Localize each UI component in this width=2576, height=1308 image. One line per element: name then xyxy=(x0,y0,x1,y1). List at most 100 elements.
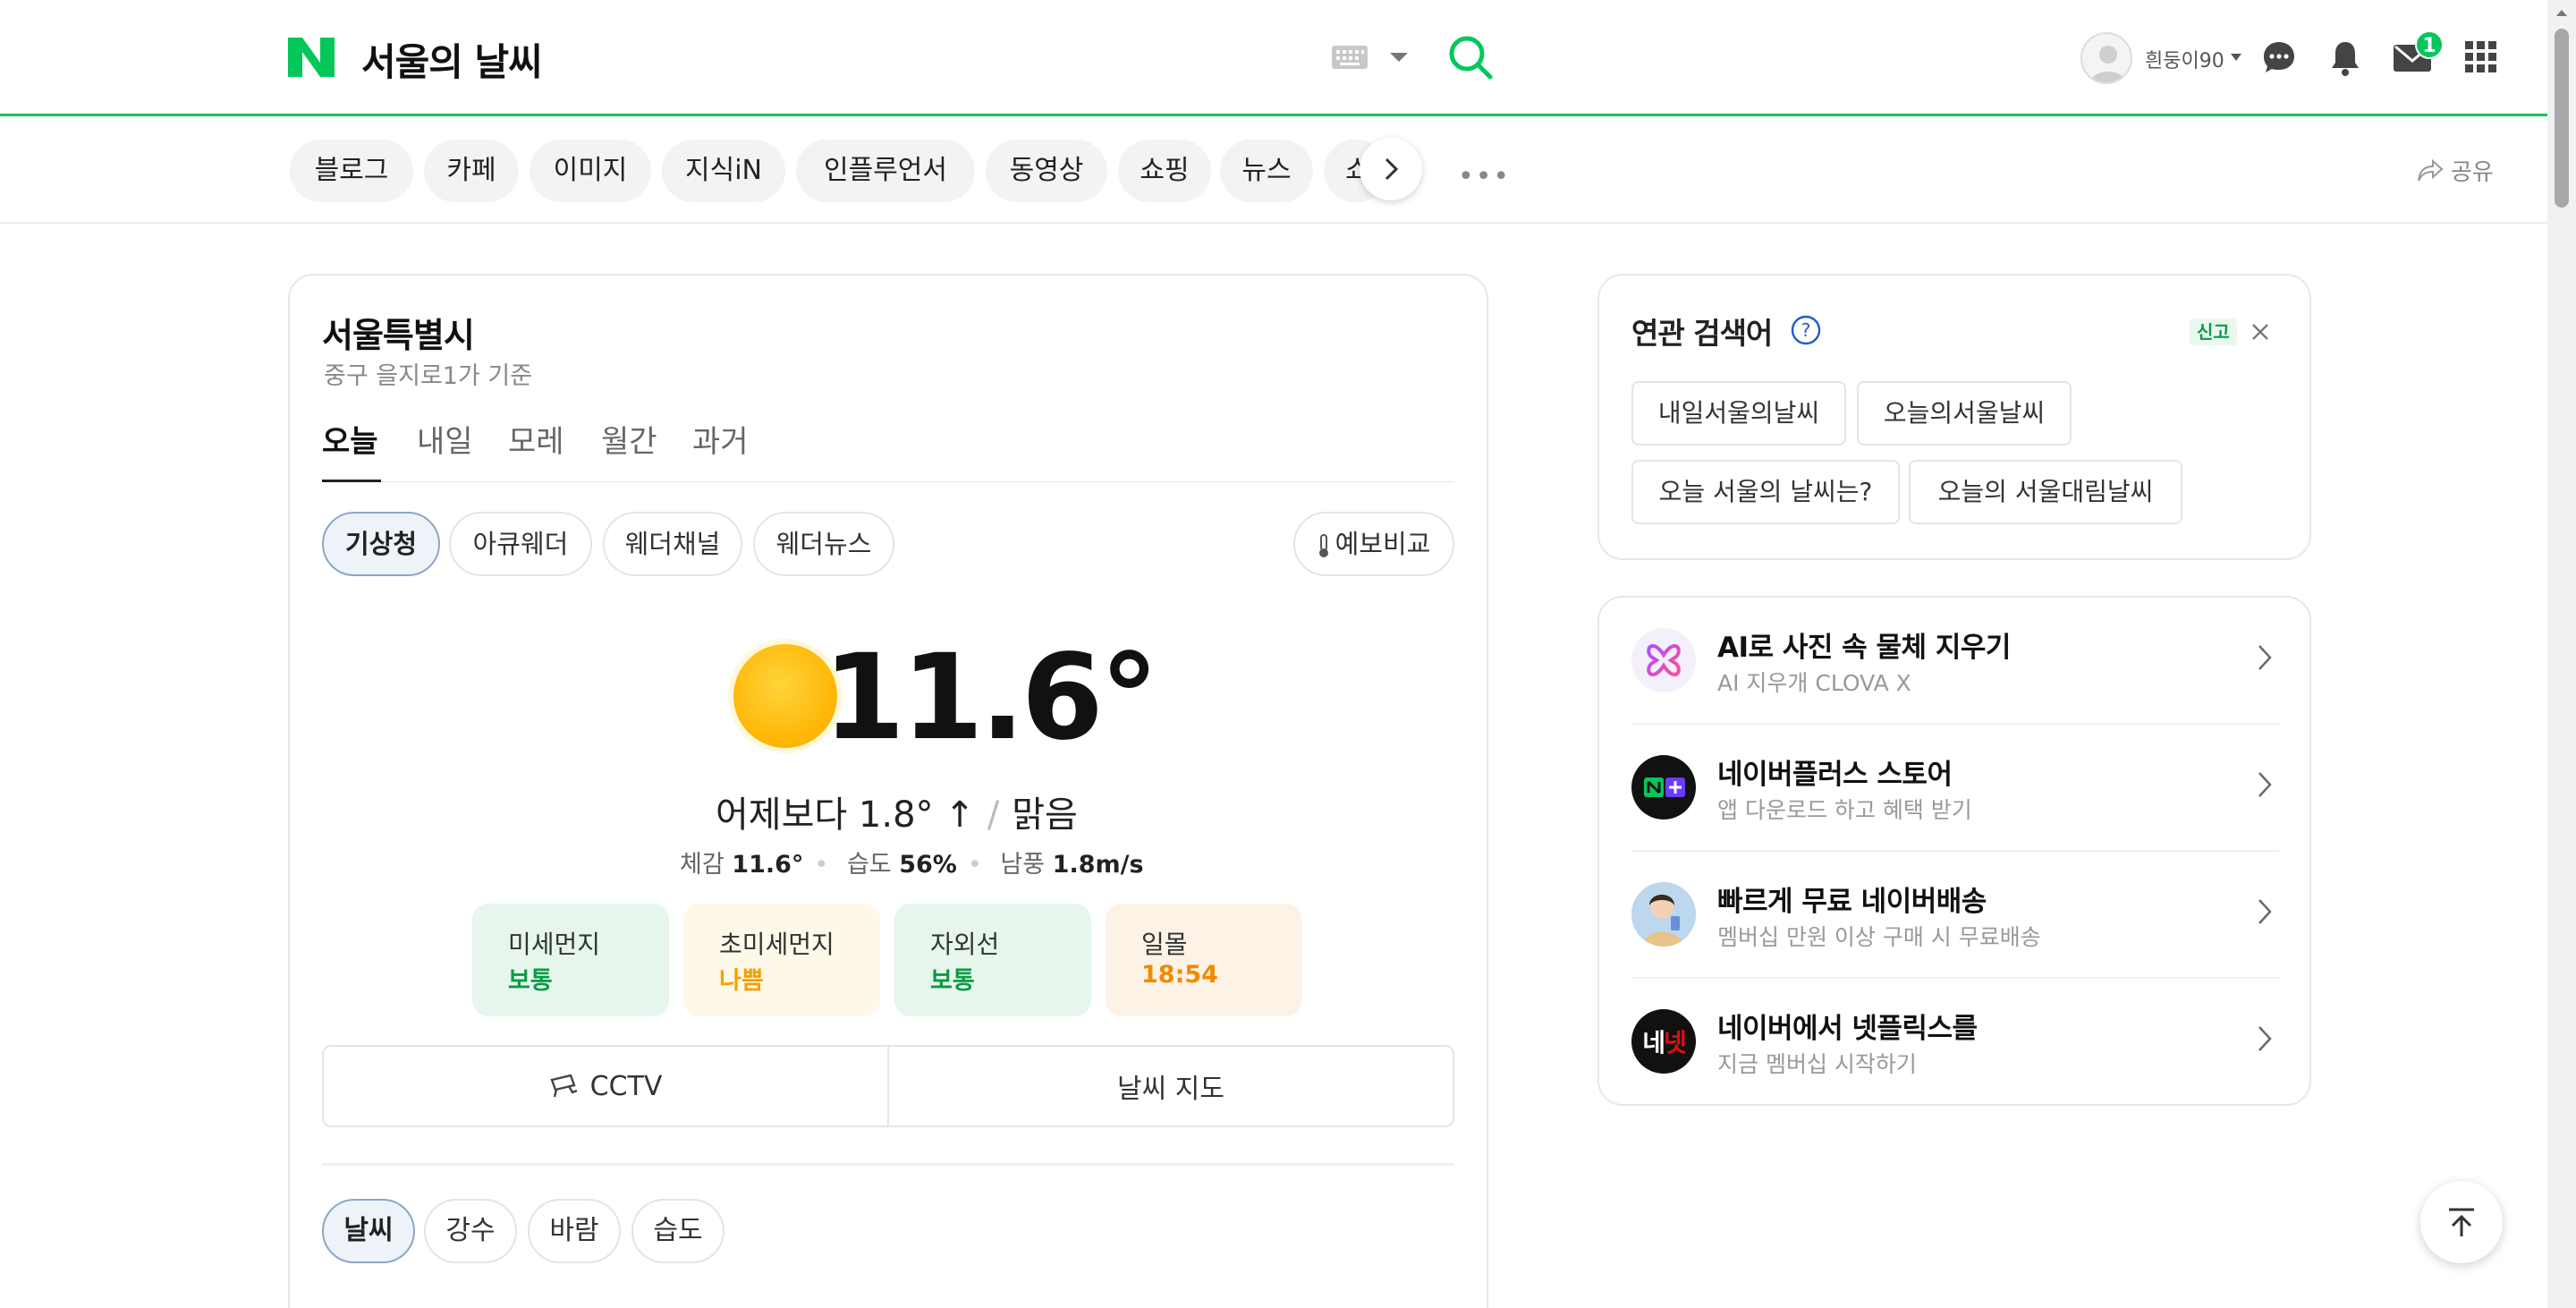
tab-day-after[interactable]: 모레 xyxy=(508,417,564,461)
related-searches-title: 연관 검색어 xyxy=(1631,316,1773,351)
search-tabs-bar: 블로그 카페 이미지 지식iN 인플루언서 동영상 쇼핑 뉴스 쇼 xyxy=(0,116,2547,224)
more-tabs-button[interactable]: ••• xyxy=(1458,161,1511,192)
temperature-summary: 어제보다 1.8° ↑ / 맑음 xyxy=(716,794,1078,836)
tab-news[interactable]: 뉴스 xyxy=(1220,140,1313,202)
tab-monthly[interactable]: 월간 xyxy=(601,417,657,461)
promo-item-clova[interactable]: AI로 사진 속 물체 지우기 AI 지우개 CLOVA X xyxy=(1631,596,2279,723)
top-header: 서울의 날씨 흰둥이90 1 xyxy=(0,0,2547,116)
promo-title: 빠르게 무료 네이버배송 xyxy=(1717,886,1987,918)
air-card-label: 미세먼지 xyxy=(508,930,601,959)
weather-map-label: 날씨 지도 xyxy=(1117,1074,1224,1105)
avatar[interactable] xyxy=(2080,32,2132,84)
source-accuweather[interactable]: 아큐웨더 xyxy=(449,512,592,576)
wind-value: 1.8m/s xyxy=(1052,851,1144,879)
scrollbar-thumb[interactable] xyxy=(2555,29,2569,208)
share-button[interactable]: 공유 xyxy=(2417,154,2494,187)
person-thumbnail xyxy=(1631,882,1696,947)
naver-logo[interactable] xyxy=(288,38,335,77)
weather-action-buttons: CCTV 날씨 지도 xyxy=(322,1045,1454,1127)
scroll-up-arrow-icon[interactable] xyxy=(2555,7,2569,18)
tab-video[interactable]: 동영상 xyxy=(986,140,1107,202)
netflix-naver-icon: 네넷 xyxy=(1631,1009,1696,1074)
bell-icon[interactable] xyxy=(2327,39,2363,77)
tab-cafe[interactable]: 카페 xyxy=(424,140,519,202)
metric-tab-humidity[interactable]: 습도 xyxy=(631,1199,724,1263)
clova-x-icon xyxy=(1631,628,1696,692)
tab-blog[interactable]: 블로그 xyxy=(290,140,413,202)
air-card-value: 18:54 xyxy=(1141,961,1218,989)
promo-item-delivery[interactable]: 빠르게 무료 네이버배송 멤버십 만원 이상 구매 시 무료배송 xyxy=(1631,850,2279,977)
tabs-next-button[interactable] xyxy=(1360,138,1422,200)
close-icon[interactable] xyxy=(2249,320,2272,344)
active-tab-indicator xyxy=(322,480,381,482)
back-to-top-button[interactable] xyxy=(2420,1181,2503,1263)
related-keyword[interactable]: 오늘의 서울대림날씨 xyxy=(1909,460,2182,524)
metric-tab-precipitation[interactable]: 강수 xyxy=(424,1199,517,1263)
promo-item-naver-plus[interactable]: 네이버플러스 스토어 앱 다운로드 하고 혜택 받기 xyxy=(1631,723,2279,850)
search-icon[interactable] xyxy=(1447,34,1494,81)
apps-grid-icon[interactable] xyxy=(2465,41,2497,73)
cctv-button[interactable]: CCTV xyxy=(324,1047,887,1125)
tab-kin[interactable]: 지식iN xyxy=(662,140,785,202)
location-subtitle: 중구 을지로1가 기준 xyxy=(324,362,533,390)
air-card-sunset[interactable]: 일몰 18:54 xyxy=(1106,904,1302,1016)
user-icon xyxy=(2090,46,2126,82)
source-kma[interactable]: 기상청 xyxy=(322,512,440,576)
promo-subtitle: 앱 다운로드 하고 혜택 받기 xyxy=(1717,797,1972,823)
username[interactable]: 흰둥이90 xyxy=(2145,45,2224,73)
tab-tomorrow[interactable]: 내일 xyxy=(417,417,473,461)
forecast-compare-button[interactable]: 예보비교 xyxy=(1293,512,1454,576)
thermometer-icon xyxy=(1318,534,1328,557)
naver-plus-icon xyxy=(1631,755,1696,820)
metric-tab-wind[interactable]: 바람 xyxy=(528,1199,621,1263)
location-title[interactable]: 서울특별시 xyxy=(322,308,475,357)
related-keyword[interactable]: 내일서울의날씨 xyxy=(1631,381,1846,446)
caret-down-icon[interactable] xyxy=(2231,54,2241,61)
help-icon[interactable]: ? xyxy=(1791,315,1821,345)
weather-map-button[interactable]: 날씨 지도 xyxy=(887,1047,1453,1125)
tab-past[interactable]: 과거 xyxy=(692,417,749,461)
svg-text:?: ? xyxy=(1801,319,1811,341)
chevron-down-icon[interactable] xyxy=(1388,50,1410,64)
tab-influencer[interactable]: 인플루언서 xyxy=(796,140,975,202)
promo-subtitle: AI 지우개 CLOVA X xyxy=(1717,670,1911,696)
page-title[interactable]: 서울의 날씨 xyxy=(361,32,543,87)
air-card-value: 보통 xyxy=(930,967,975,995)
keyboard-icon[interactable] xyxy=(1331,45,1368,70)
source-weatherchannel[interactable]: 웨더채널 xyxy=(603,512,742,576)
promo-title: AI로 사진 속 물체 지우기 xyxy=(1717,632,2011,664)
current-temperature: 11.6° xyxy=(823,629,1159,767)
vs-yesterday: 어제보다 1.8° ↑ xyxy=(716,794,975,836)
promo-item-netflix[interactable]: 네넷 네이버에서 넷플릭스를 지금 멤버십 시작하기 xyxy=(1631,977,2279,1104)
weather-details: 체감 11.6° • 습도 56% • 남풍 1.8m/s xyxy=(680,851,1144,879)
promo-title: 네이버플러스 스토어 xyxy=(1717,759,1953,791)
report-button[interactable]: 신고 xyxy=(2190,319,2237,345)
wind-label: 남풍 xyxy=(1000,851,1046,879)
air-card-value: 나쁨 xyxy=(719,967,764,995)
related-keyword[interactable]: 오늘 서울의 날씨는? xyxy=(1631,460,1900,524)
feels-like-label: 체감 xyxy=(680,851,724,879)
weather-condition: 맑음 xyxy=(1012,794,1078,836)
share-label: 공유 xyxy=(2451,159,2494,186)
feels-like-value: 11.6° xyxy=(732,851,804,879)
air-card-fine-dust[interactable]: 미세먼지 보통 xyxy=(472,904,669,1016)
air-card-uv[interactable]: 자외선 보통 xyxy=(894,904,1091,1016)
divider xyxy=(322,481,1454,482)
chevron-right-icon xyxy=(2258,1026,2272,1051)
cctv-label: CCTV xyxy=(589,1070,663,1102)
humidity-label: 습도 xyxy=(846,851,892,879)
metric-tab-weather[interactable]: 날씨 xyxy=(322,1199,415,1263)
chat-icon[interactable] xyxy=(2261,39,2297,75)
cctv-icon xyxy=(550,1074,578,1098)
air-card-label: 일몰 xyxy=(1141,930,1188,959)
tab-images[interactable]: 이미지 xyxy=(530,140,651,202)
forecast-compare-label: 예보비교 xyxy=(1335,529,1431,559)
related-keyword[interactable]: 오늘의서울날씨 xyxy=(1857,381,2072,446)
divider xyxy=(322,1163,1454,1166)
mail-count-badge[interactable]: 1 xyxy=(2415,30,2444,59)
source-weathernews[interactable]: 웨더뉴스 xyxy=(753,512,894,576)
tab-today[interactable]: 오늘 xyxy=(322,417,378,461)
air-card-ultrafine-dust[interactable]: 초미세먼지 나쁨 xyxy=(683,904,880,1016)
chevron-right-icon xyxy=(2258,772,2272,797)
tab-shopping[interactable]: 쇼핑 xyxy=(1118,140,1211,202)
